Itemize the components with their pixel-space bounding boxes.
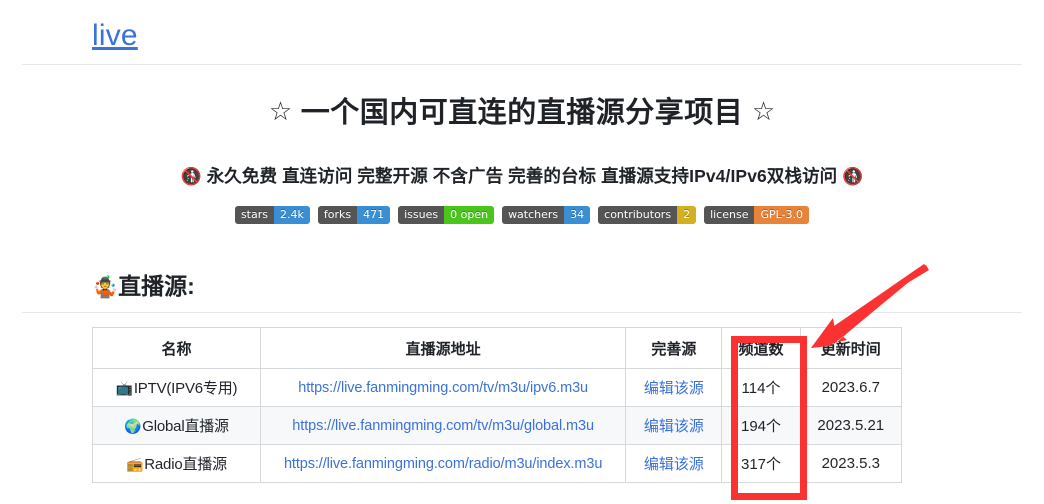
section-heading: 🤹直播源: [92,270,1044,303]
cell-updated-date: 2023.5.3 [799,444,903,483]
table-header-row: 名称 直播源地址 完善源 频道数 更新时间 [92,327,903,369]
star-icon-right: ☆ [751,96,776,126]
edit-source-link[interactable]: 编辑该源 [644,380,704,397]
badge-row: stars 2.4k forks 471 issues 0 open watchers 34 c… [0,206,1044,224]
source-type-icon: 🌍 [124,419,142,435]
badge-issues[interactable]: issues 0 open [398,206,495,224]
page-title: ☆ 一个国内可直连的直播源分享项目 ☆ [0,91,1044,133]
cell-edit-source: 编辑该源 [625,444,723,483]
juggler-icon: 🤹 [92,275,119,299]
badge-value: 471 [357,206,391,224]
cell-source-name: 📺IPTV(IPV6专用) [92,368,261,407]
page-subtitle: 🚯 永久免费 直连访问 完整开源 不含广告 完善的台标 直播源支持IPv4/IP… [0,163,1044,190]
column-header-count: 频道数 [721,327,801,369]
column-header-url: 直播源地址 [259,327,627,369]
page-title-text: 一个国内可直连的直播源分享项目 [300,97,744,129]
table-body: 📺IPTV(IPV6专用) https://live.fanmingming.co… [92,368,903,483]
badge-value: 2 [677,206,697,224]
cell-channel-count: 114个 [721,368,801,407]
cell-source-name: 📻Radio直播源 [92,444,261,483]
badge-label: watchers [502,206,565,224]
column-header-name: 名称 [92,327,261,369]
badge-label: issues [398,206,445,224]
badge-value: 34 [564,206,591,224]
badge-label: contributors [598,206,678,224]
edit-source-link[interactable]: 编辑该源 [644,456,704,473]
cell-source-name: 🌍Global直播源 [92,406,261,445]
star-icon-left: ☆ [268,96,293,126]
source-type-icon: 📺 [115,381,133,397]
header-divider [22,64,1022,65]
cell-source-url: https://live.fanmingming.com/tv/m3u/ipv6… [259,368,627,407]
badge-value: GPL-3.0 [754,206,810,224]
badge-forks[interactable]: forks 471 [317,206,391,224]
table-row: 📻Radio直播源 https://live.fanmingming.com/ra… [92,444,903,483]
badge-stars[interactable]: stars 2.4k [234,206,310,224]
source-name-text: IPTV(IPV6专用) [133,380,238,397]
sources-table: 名称 直播源地址 完善源 频道数 更新时间 📺IPTV(IPV6专用) https… [92,327,903,483]
source-url-link[interactable]: https://live.fanmingming.com/tv/m3u/ipv6… [298,380,588,396]
source-name-text: Global直播源 [142,418,229,435]
cell-updated-date: 2023.6.7 [799,368,903,407]
badge-label: license [704,206,755,224]
table-row: 🌍Global直播源 https://live.fanmingming.com/t… [92,406,903,445]
source-url-link[interactable]: https://live.fanmingming.com/radio/m3u/i… [284,456,602,472]
badge-value: 2.4k [274,206,310,224]
badge-license[interactable]: license GPL-3.0 [704,206,810,224]
cell-source-url: https://live.fanmingming.com/tv/m3u/glob… [259,406,627,445]
section-heading-text: 直播源: [118,273,195,299]
section-divider [22,312,1022,313]
page-subtitle-text: 永久免费 直连访问 完整开源 不含广告 完善的台标 直播源支持IPv4/IPv6… [206,166,838,186]
cell-channel-count: 194个 [721,406,801,445]
cell-channel-count: 317个 [721,444,801,483]
repo-title-link[interactable]: live [92,19,138,52]
badge-contributors[interactable]: contributors 2 [598,206,697,224]
cell-edit-source: 编辑该源 [625,368,723,407]
badge-label: stars [234,206,274,224]
cell-edit-source: 编辑该源 [625,406,723,445]
cell-source-url: https://live.fanmingming.com/radio/m3u/i… [259,444,627,483]
badge-value: 0 open [444,206,495,224]
badge-watchers[interactable]: watchers 34 [502,206,591,224]
source-name-text: Radio直播源 [144,456,227,473]
column-header-updated: 更新时间 [799,327,903,369]
column-header-edit: 完善源 [625,327,723,369]
no-littering-icon-right: 🚯 [842,167,864,187]
badge-label: forks [317,206,358,224]
sources-table-wrapper: 名称 直播源地址 完善源 频道数 更新时间 📺IPTV(IPV6专用) https… [92,327,903,483]
edit-source-link[interactable]: 编辑该源 [644,418,704,435]
source-type-icon: 📻 [126,457,144,473]
repo-header: live [0,0,1044,54]
table-row: 📺IPTV(IPV6专用) https://live.fanmingming.co… [92,368,903,407]
cell-updated-date: 2023.5.21 [799,406,903,445]
source-url-link[interactable]: https://live.fanmingming.com/tv/m3u/glob… [292,418,594,434]
no-littering-icon-left: 🚯 [180,167,202,187]
